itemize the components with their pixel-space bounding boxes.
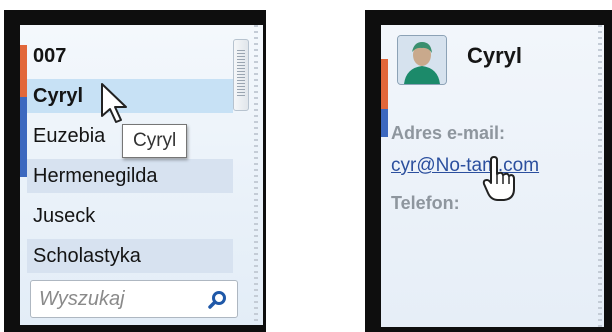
- accent-strip-orange: [381, 59, 388, 109]
- scrollbar-grip[interactable]: [237, 50, 245, 98]
- search-box[interactable]: [30, 280, 238, 318]
- edge-perforation: [254, 25, 258, 325]
- contacts-list-panel: 007 Cyryl Euzebia Hermenegilda Juseck Sc…: [20, 25, 263, 325]
- contact-list-item[interactable]: Scholastyka: [27, 239, 233, 273]
- contact-list-item[interactable]: Hermenegilda: [27, 159, 233, 193]
- search-input[interactable]: [39, 281, 199, 317]
- accent-strip-orange: [20, 45, 27, 97]
- accent-strip-blue: [20, 97, 27, 177]
- contact-tooltip: Cyryl: [122, 124, 188, 158]
- contact-name: Cyryl: [467, 43, 523, 68]
- contacts-list-gadget: 007 Cyryl Euzebia Hermenegilda Juseck Sc…: [4, 10, 266, 332]
- contact-details-gadget: Cyryl Adres e-mail: cyr@No-tam.com Telef…: [365, 10, 612, 332]
- hand-cursor-icon: [482, 156, 515, 201]
- contact-list-item[interactable]: Juseck: [27, 199, 233, 233]
- edge-perforation: [598, 25, 602, 327]
- search-icon[interactable]: [207, 290, 227, 310]
- avatar-person-icon: [398, 36, 446, 84]
- contact-list-item[interactable]: 007: [27, 39, 233, 73]
- email-label: Adres e-mail:: [391, 123, 506, 143]
- phone-label: Telefon:: [391, 193, 460, 213]
- list-scrollbar[interactable]: [233, 39, 249, 111]
- arrow-cursor-icon: [101, 83, 127, 123]
- contact-list-item-selected[interactable]: Cyryl: [27, 79, 233, 113]
- accent-strip-blue: [381, 109, 388, 137]
- avatar: [397, 35, 447, 85]
